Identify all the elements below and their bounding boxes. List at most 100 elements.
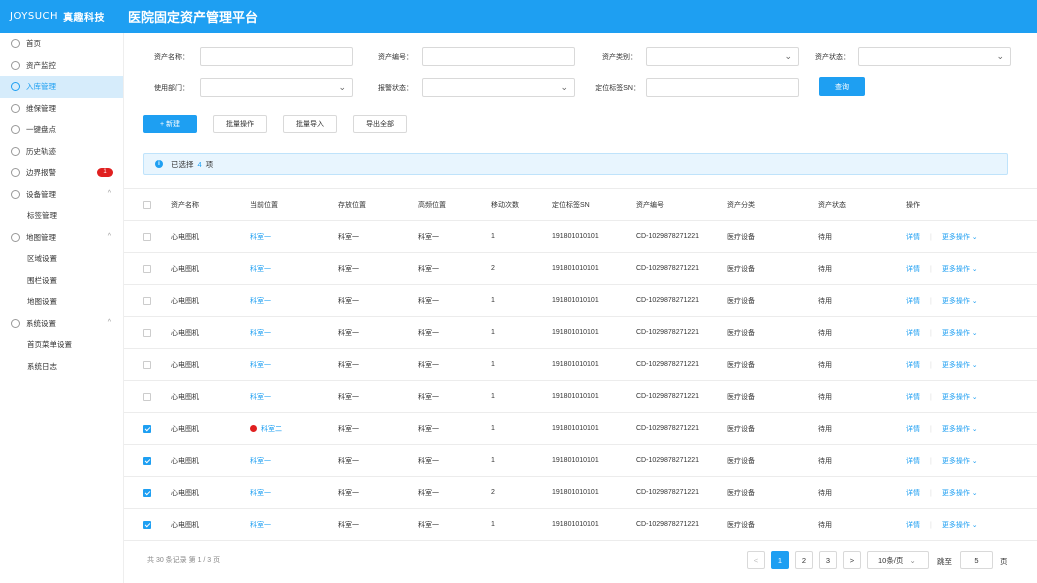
table-row[interactable]: 心电图机 科室一 科室一 科室一 1 191801010101 CD-10298782712… — [124, 220, 1037, 253]
chevron-up-icon[interactable]: ^ — [108, 190, 111, 197]
page-3-button[interactable]: 3 — [819, 551, 837, 569]
page-size-select[interactable]: 10条/页 ⌄ — [867, 551, 929, 569]
asset-no-input[interactable] — [422, 47, 575, 66]
prev-page-button[interactable]: < — [747, 551, 765, 569]
table-row[interactable]: 心电图机 科室一 科室一 科室一 2 191801010101 CD-10298782712… — [124, 252, 1037, 285]
more-actions-link[interactable]: 更多操作 ⌄ — [942, 426, 978, 433]
current-location-cell[interactable]: 科室二 — [250, 412, 338, 445]
current-location-cell[interactable]: 科室一 — [250, 508, 338, 541]
current-location-cell[interactable]: 科室一 — [250, 252, 338, 285]
more-actions-link[interactable]: 更多操作 ⌄ — [942, 458, 978, 465]
batch-import-button[interactable]: 批量导入 — [283, 115, 337, 133]
current-location-link[interactable]: 科室一 — [250, 330, 271, 337]
table-row[interactable]: 心电图机 科室二 科室一 科室一 1 191801010101 CD-10298782712… — [124, 412, 1037, 445]
more-actions-link[interactable]: 更多操作 ⌄ — [942, 522, 978, 529]
row-checkbox[interactable] — [143, 296, 151, 305]
current-location-cell[interactable]: 科室一 — [250, 284, 338, 317]
current-location-cell[interactable]: 科室一 — [250, 316, 338, 349]
current-location-link[interactable]: 科室一 — [250, 266, 271, 273]
sidebar-item-9[interactable]: 地图管理 ^ — [0, 227, 123, 249]
chevron-up-icon[interactable]: ^ — [108, 233, 111, 240]
current-location-cell[interactable]: 科室一 — [250, 220, 338, 253]
current-location-cell[interactable]: 科室一 — [250, 476, 338, 509]
next-page-button[interactable]: > — [843, 551, 861, 569]
more-actions-link[interactable]: 更多操作 ⌄ — [942, 266, 978, 273]
query-button[interactable]: 查询 — [819, 77, 865, 96]
detail-link[interactable]: 详情 — [906, 330, 920, 337]
divider: | — [930, 489, 932, 497]
detail-link[interactable]: 详情 — [906, 298, 920, 305]
table-row[interactable]: 心电图机 科室一 科室一 科室一 1 191801010101 CD-10298782712… — [124, 316, 1037, 349]
row-checkbox[interactable] — [143, 264, 151, 273]
sidebar-item-7[interactable]: 设备管理 ^ — [0, 184, 123, 206]
current-location-link[interactable]: 科室一 — [250, 234, 271, 241]
table-row[interactable]: 心电图机 科室一 科室一 科室一 2 191801010101 CD-10298782712… — [124, 476, 1037, 509]
row-checkbox[interactable] — [143, 456, 151, 465]
more-actions-link[interactable]: 更多操作 ⌄ — [942, 394, 978, 401]
more-actions-link[interactable]: 更多操作 ⌄ — [942, 234, 978, 241]
current-location-link[interactable]: 科室一 — [250, 362, 271, 369]
more-actions-link[interactable]: 更多操作 ⌄ — [942, 330, 978, 337]
current-location-cell[interactable]: 科室一 — [250, 444, 338, 477]
asset-name-input[interactable] — [200, 47, 353, 66]
create-button[interactable]: + 新建 — [143, 115, 197, 133]
row-checkbox[interactable] — [143, 424, 151, 433]
table-row[interactable]: 心电图机 科室一 科室一 科室一 1 191801010101 CD-10298782712… — [124, 380, 1037, 413]
row-checkbox[interactable] — [143, 488, 151, 497]
sidebar-item-8[interactable]: 标签管理 — [0, 205, 123, 227]
sidebar-item-12[interactable]: 地图设置 — [0, 291, 123, 313]
sidebar-item-11[interactable]: 围栏设置 — [0, 270, 123, 292]
asset-status-select[interactable]: ⌄ — [858, 47, 1011, 66]
select-all-checkbox[interactable] — [143, 200, 151, 209]
current-location-cell[interactable]: 科室一 — [250, 348, 338, 381]
sidebar-item-14[interactable]: 首页菜单设置 — [0, 334, 123, 356]
detail-link[interactable]: 详情 — [906, 234, 920, 241]
sidebar-item-2[interactable]: 入库管理 — [0, 76, 123, 98]
current-location-cell[interactable]: 科室一 — [250, 380, 338, 413]
detail-link[interactable]: 详情 — [906, 362, 920, 369]
row-checkbox[interactable] — [143, 360, 151, 369]
table-row[interactable]: 心电图机 科室一 科室一 科室一 1 191801010101 CD-10298782712… — [124, 348, 1037, 381]
page-1-button[interactable]: 1 — [771, 551, 789, 569]
sidebar-item-0[interactable]: 首页 — [0, 33, 123, 55]
sidebar-item-3[interactable]: 维保管理 — [0, 98, 123, 120]
sidebar-item-5[interactable]: 历史轨迹 — [0, 141, 123, 163]
current-location-link[interactable]: 科室一 — [250, 490, 271, 497]
row-checkbox[interactable] — [143, 232, 151, 241]
page-2-button[interactable]: 2 — [795, 551, 813, 569]
row-checkbox[interactable] — [143, 520, 151, 529]
chevron-up-icon[interactable]: ^ — [108, 319, 111, 326]
sidebar-item-4[interactable]: 一键盘点 — [0, 119, 123, 141]
sidebar-item-15[interactable]: 系统日志 — [0, 356, 123, 378]
more-actions-link[interactable]: 更多操作 ⌄ — [942, 490, 978, 497]
detail-link[interactable]: 详情 — [906, 426, 920, 433]
more-actions-link[interactable]: 更多操作 ⌄ — [942, 298, 978, 305]
table-row[interactable]: 心电图机 科室一 科室一 科室一 1 191801010101 CD-10298782712… — [124, 284, 1037, 317]
detail-link[interactable]: 详情 — [906, 266, 920, 273]
current-location-link[interactable]: 科室一 — [250, 458, 271, 465]
row-checkbox[interactable] — [143, 392, 151, 401]
sidebar-item-1[interactable]: 资产监控 — [0, 55, 123, 77]
current-location-link[interactable]: 科室一 — [250, 522, 271, 529]
tag-sn-input[interactable] — [646, 78, 799, 97]
dept-select[interactable]: ⌄ — [200, 78, 353, 97]
sidebar-item-6[interactable]: 边界报警 1 — [0, 162, 123, 184]
export-all-button[interactable]: 导出全部 — [353, 115, 407, 133]
table-row[interactable]: 心电图机 科室一 科室一 科室一 1 191801010101 CD-10298782712… — [124, 508, 1037, 541]
table-row[interactable]: 心电图机 科室一 科室一 科室一 1 191801010101 CD-10298782712… — [124, 444, 1037, 477]
jump-page-input[interactable]: 5 — [960, 551, 993, 569]
sidebar-item-13[interactable]: 系统设置 ^ — [0, 313, 123, 335]
asset-type-select[interactable]: ⌄ — [646, 47, 799, 66]
current-location-link[interactable]: 科室二 — [261, 426, 282, 433]
current-location-link[interactable]: 科室一 — [250, 394, 271, 401]
detail-link[interactable]: 详情 — [906, 394, 920, 401]
more-actions-link[interactable]: 更多操作 ⌄ — [942, 362, 978, 369]
sidebar-item-10[interactable]: 区域设置 — [0, 248, 123, 270]
row-checkbox[interactable] — [143, 328, 151, 337]
detail-link[interactable]: 详情 — [906, 490, 920, 497]
detail-link[interactable]: 详情 — [906, 522, 920, 529]
alarm-status-select[interactable]: ⌄ — [422, 78, 575, 97]
current-location-link[interactable]: 科室一 — [250, 298, 271, 305]
detail-link[interactable]: 详情 — [906, 458, 920, 465]
batch-operation-button[interactable]: 批量操作 — [213, 115, 267, 133]
